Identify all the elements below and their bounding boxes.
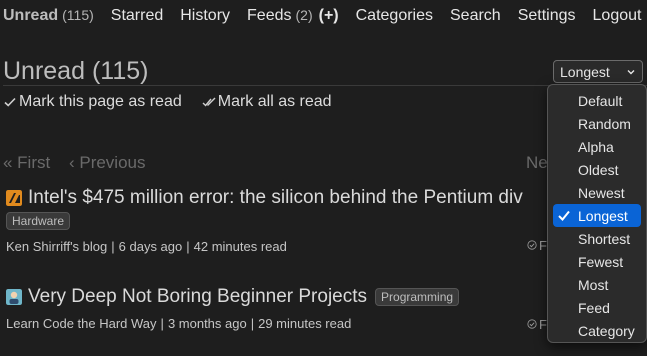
sort-option[interactable]: Alpha	[553, 135, 641, 158]
nav-feeds-count: (2)	[295, 7, 313, 23]
pagination-top: « First ‹ Previous	[3, 153, 160, 173]
entry-meta: Learn Code the Hard Way | 3 months ago | 29 …	[6, 316, 352, 331]
nav-history[interactable]: History	[180, 7, 230, 25]
nav-add-feed[interactable]: (+)	[319, 7, 339, 24]
entry-title[interactable]: Very Deep Not Boring Beginner Projects	[28, 286, 367, 308]
pager-previous[interactable]: ‹ Previous	[69, 153, 146, 172]
page-title: Unread (115)	[3, 57, 149, 85]
sort-option[interactable]: Random	[553, 112, 641, 135]
sort-option[interactable]: Shortest	[553, 227, 641, 250]
mark-page-read-button[interactable]: Mark this page as read	[3, 93, 182, 111]
entry-item: Intel's $475 million error: the silicon …	[6, 187, 523, 254]
pager-first[interactable]: « First	[3, 153, 50, 172]
sort-option-label: Longest	[578, 207, 628, 224]
blog-favicon-icon	[6, 190, 22, 206]
mark-read-button[interactable]: F	[527, 316, 547, 332]
nav-unread-count: (115)	[62, 7, 94, 23]
nav-categories[interactable]: Categories	[356, 7, 433, 25]
nav-feeds-label: Feeds	[247, 7, 292, 24]
entry-tag[interactable]: Programming	[375, 288, 460, 306]
nav-unread-label: Unread	[3, 7, 59, 24]
mark-read-button[interactable]: F	[527, 237, 547, 253]
sort-selected-value: Longest	[560, 63, 610, 80]
sort-option[interactable]: Category	[553, 319, 641, 342]
sort-option[interactable]: Most	[553, 273, 641, 296]
entry-read-time: 42 minutes read	[193, 239, 287, 254]
check-icon	[4, 97, 16, 107]
chevron-down-icon	[627, 70, 635, 75]
entry-feed[interactable]: Ken Shirriff's blog	[6, 239, 107, 254]
nav-feeds[interactable]: Feeds (2) (+)	[247, 7, 339, 25]
checkmark-icon	[558, 210, 570, 221]
sort-option[interactable]: Default	[553, 89, 641, 112]
entry-meta: Ken Shirriff's blog | 6 days ago | 42 minute…	[6, 239, 287, 254]
entry-age: 6 days ago	[118, 239, 183, 254]
entry-age: 3 months ago	[167, 316, 247, 331]
mark-all-read-button[interactable]: Mark all as read	[202, 93, 332, 111]
entry-title[interactable]: Intel's $475 million error: the silicon …	[28, 187, 523, 209]
entry-item: Very Deep Not Boring Beginner Projects P…	[6, 286, 460, 331]
sort-option[interactable]: Feed	[553, 296, 641, 319]
mark-all-read-label: Mark all as read	[217, 93, 332, 110]
mark-read-label: F	[539, 237, 547, 253]
sort-option-selected[interactable]: Longest	[553, 204, 641, 227]
nav-logout[interactable]: Logout	[593, 7, 642, 25]
sort-option[interactable]: Oldest	[553, 158, 641, 181]
mark-read-label: F	[539, 316, 547, 332]
sort-option[interactable]: Newest	[553, 181, 641, 204]
entry-tag[interactable]: Hardware	[6, 212, 71, 230]
mark-page-read-label: Mark this page as read	[19, 93, 182, 110]
sort-dropdown-menu: Default Random Alpha Oldest Newest Longe…	[547, 84, 647, 343]
entry-feed[interactable]: Learn Code the Hard Way	[6, 316, 157, 331]
double-check-icon	[202, 97, 216, 107]
nav-search[interactable]: Search	[450, 7, 501, 25]
main-nav: Unread (115) Starred History Feeds (2) (+) …	[3, 7, 647, 29]
learncode-favicon-icon	[6, 289, 22, 305]
check-circle-icon	[527, 240, 537, 250]
sort-option[interactable]: Fewest	[553, 250, 641, 273]
sort-select[interactable]: Longest	[553, 60, 643, 83]
nav-starred[interactable]: Starred	[111, 7, 163, 25]
nav-unread[interactable]: Unread (115)	[3, 7, 94, 25]
page-actions: Mark this page as read Mark all as read	[3, 93, 352, 111]
nav-settings[interactable]: Settings	[518, 7, 576, 25]
entry-read-time: 29 minutes read	[258, 316, 352, 331]
check-circle-icon	[527, 319, 537, 329]
pager-next[interactable]: Ne	[526, 153, 548, 173]
